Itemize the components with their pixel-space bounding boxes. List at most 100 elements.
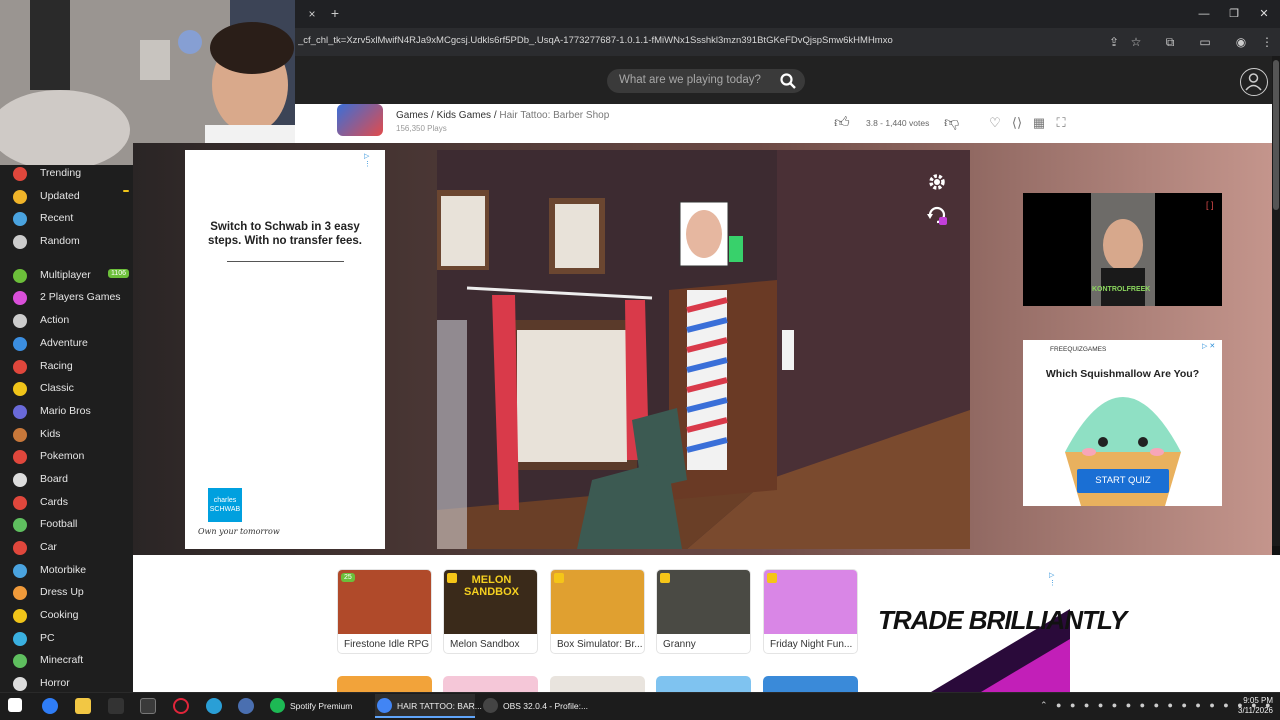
sidebar-item-random[interactable]: Random (0, 231, 133, 253)
adchoices-icon[interactable]: ▷ ✕ (1202, 342, 1216, 350)
scrollbar-thumb[interactable] (1273, 60, 1279, 210)
new-tab-button[interactable]: + (328, 6, 342, 20)
game-canvas[interactable] (437, 150, 970, 549)
user-account-icon[interactable] (1240, 68, 1268, 96)
sidebar-item-car[interactable]: Car (0, 537, 133, 559)
sidebar-item-cooking[interactable]: Cooking (0, 605, 133, 627)
menu-icon[interactable]: ⋮ (1259, 34, 1275, 50)
game-card-label[interactable]: Friday Night Fun... (770, 639, 856, 650)
game-card[interactable]: 25 Firestone Idle RPG (337, 569, 432, 654)
sidebar-item-recent[interactable]: Recent (0, 208, 133, 230)
game-card-label[interactable]: Granny (663, 639, 749, 650)
sidebar-item-football[interactable]: Football (0, 514, 133, 536)
count-badge (123, 190, 129, 192)
sidebar-item-board[interactable]: Board (0, 469, 133, 491)
sidebar-item-adventure[interactable]: Adventure (0, 333, 133, 355)
webcam-feed (0, 0, 295, 165)
cooking-icon (13, 609, 27, 623)
app-icon (377, 698, 392, 713)
app-icon[interactable] (140, 698, 156, 714)
restore-icon[interactable]: ❐ (1222, 6, 1246, 22)
start-quiz-button[interactable]: START QUIZ (1077, 469, 1169, 493)
clock[interactable]: 9:05 PM 3/11/2026 (1238, 696, 1273, 716)
sidebar-item-multiplayer[interactable]: Multiplayer 1106 (0, 265, 133, 287)
breadcrumb-kids[interactable]: Kids Games (437, 110, 491, 121)
game-card-row2[interactable] (443, 676, 538, 692)
embed-icon[interactable]: ⟨⟩ (1008, 114, 1026, 132)
sidebar-item-trending[interactable]: Trending (0, 163, 133, 185)
sidebar-item-label: Mario Bros (40, 405, 91, 417)
profile-icon[interactable]: ◉ (1233, 34, 1249, 50)
game-card-row2[interactable] (337, 676, 432, 692)
sidebar-item-label: Car (40, 541, 57, 553)
sidebar-item-label: Cooking (40, 609, 79, 621)
thumbs-up-icon[interactable]: 👍︎ (834, 114, 852, 132)
trade-ad-text[interactable]: TRADE BRILLIANTLY (878, 607, 1127, 633)
reset-icon[interactable] (926, 204, 948, 226)
sidebar-item-pokemon[interactable]: Pokemon (0, 446, 133, 468)
adchoices-icon[interactable]: ▷ ⋮ (364, 152, 378, 168)
sidebar-item-classic[interactable]: Classic (0, 378, 133, 400)
url-text[interactable]: _cf_chl_tk=Xzrv5xlMwifN4RJa9xMCgcsj.Udkl… (298, 35, 1098, 46)
copilot-icon[interactable] (42, 698, 58, 714)
adchoices-icon[interactable]: ▷ ⋮ (1049, 571, 1063, 587)
schwab-ad-headline[interactable]: Switch to Schwab in 3 easy steps. With n… (195, 220, 375, 248)
sidebar-item-dress-up[interactable]: Dress Up (0, 582, 133, 604)
search-placeholder[interactable]: What are we playing today? (619, 74, 761, 86)
video-ad-close-icon[interactable]: [ ] (1206, 200, 1214, 210)
game-card-label[interactable]: Melon Sandbox (450, 639, 536, 650)
sidebar-item-racing[interactable]: Racing (0, 356, 133, 378)
quiz-ad-title[interactable]: Which Squishmallow Are You? (1030, 368, 1215, 380)
sidebar-item-label: Updated (40, 190, 80, 202)
taskbar-app[interactable]: Spotify Premium (268, 694, 368, 718)
bookmark-star-icon[interactable]: ☆ (1128, 34, 1144, 50)
extensions-icon[interactable]: ⧉ (1162, 34, 1178, 50)
fullscreen-icon[interactable]: ⛶ (1052, 114, 1070, 132)
app-icon[interactable] (238, 698, 254, 714)
game-card-row2[interactable] (763, 676, 858, 692)
search-icon[interactable] (779, 72, 797, 90)
sidebar-item-2-players-games[interactable]: 2 Players Games (0, 287, 133, 309)
install-app-icon[interactable]: ⇪ (1106, 34, 1122, 50)
sidebar-item-action[interactable]: Action (0, 310, 133, 332)
settings-gear-icon[interactable] (926, 171, 948, 193)
sidebar-item-mario-bros[interactable]: Mario Bros (0, 401, 133, 423)
window-close-icon[interactable]: ✕ (1252, 6, 1276, 22)
game-card[interactable]: Box Simulator: Br... (550, 569, 645, 654)
people-icon (13, 291, 27, 305)
shuffle-icon (13, 235, 27, 249)
file-explorer-icon[interactable] (75, 698, 91, 714)
sidebar-item-motorbike[interactable]: Motorbike (0, 560, 133, 582)
schwab-tagline: Own your tomorrow (198, 527, 280, 536)
heart-icon[interactable]: ♡ (986, 114, 1004, 132)
sidebar-item-label: Racing (40, 360, 73, 372)
sidebar-item-pc[interactable]: PC (0, 628, 133, 650)
game-card-label[interactable]: Box Simulator: Br... (557, 639, 643, 650)
game-card-row2[interactable] (550, 676, 645, 692)
pin-icon (767, 573, 777, 583)
close-tab-icon[interactable]: × (305, 7, 319, 21)
cube-icon (13, 654, 27, 668)
epic-games-icon[interactable] (108, 698, 124, 714)
game-card-row2[interactable] (656, 676, 751, 692)
webcam-overlay (0, 0, 295, 165)
breadcrumb-games[interactable]: Games (396, 110, 428, 121)
sidebar-item-kids[interactable]: Kids (0, 424, 133, 446)
game-card[interactable]: MELON SANDBOX Melon Sandbox (443, 569, 538, 654)
game-card[interactable]: Granny (656, 569, 751, 654)
app-icon[interactable] (206, 698, 222, 714)
game-card[interactable]: Friday Night Fun... (763, 569, 858, 654)
opera-icon[interactable] (173, 698, 189, 714)
windows-start-icon[interactable] (8, 698, 22, 712)
sidebar-item-cards[interactable]: Cards (0, 492, 133, 514)
game-card-label[interactable]: Firestone Idle RPG (344, 639, 430, 650)
qr-icon[interactable]: ▦ (1030, 114, 1048, 132)
taskbar-app[interactable]: HAIR TATTOO: BAR... (375, 694, 482, 718)
sidebar-item-updated[interactable]: Updated (0, 186, 133, 208)
taskbar-app[interactable]: OBS 32.0.4 - Profile:... (481, 694, 591, 718)
sidebar-item-minecraft[interactable]: Minecraft (0, 650, 133, 672)
thumbs-down-icon[interactable]: 👎︎ (944, 114, 962, 132)
minimize-icon[interactable]: — (1192, 6, 1216, 22)
sidepanel-icon[interactable]: ▭ (1197, 34, 1213, 50)
breadcrumb: Games / Kids Games / Hair Tattoo: Barber… (396, 110, 609, 121)
